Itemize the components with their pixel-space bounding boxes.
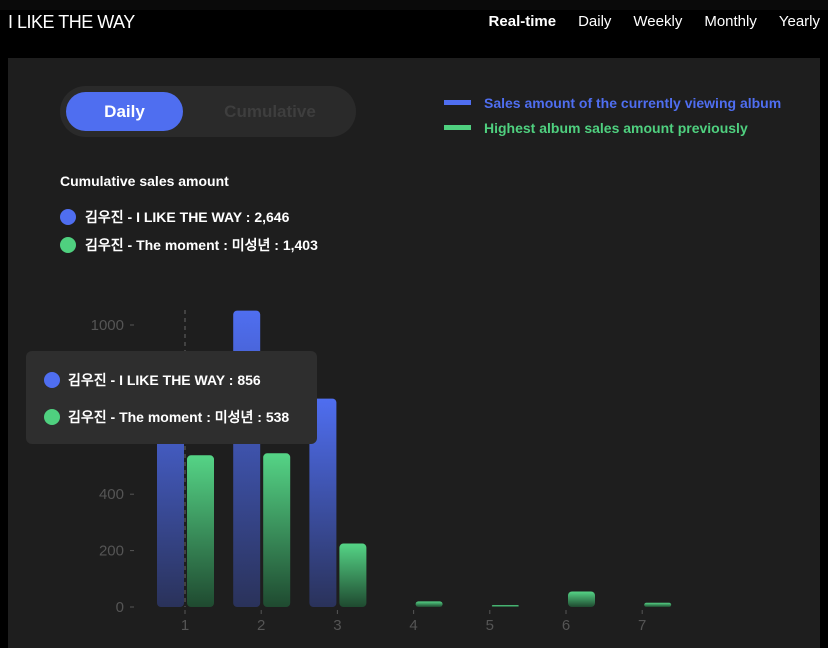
bar-previous bbox=[644, 602, 672, 607]
y-tick-label: 1000 bbox=[91, 317, 124, 334]
bar-previous bbox=[187, 455, 214, 607]
chart-tooltip: 김우진 - I LIKE THE WAY : 856 김우진 - The mom… bbox=[26, 351, 317, 444]
x-tick-label: 3 bbox=[333, 617, 341, 634]
x-tick-label: 2 bbox=[257, 617, 265, 634]
bar-previous bbox=[263, 453, 291, 607]
x-tick-label: 7 bbox=[638, 617, 646, 634]
tooltip-item: 김우진 - The moment : 미성년 : 538 bbox=[44, 407, 289, 427]
bar-previous bbox=[491, 605, 519, 607]
x-tick-label: 4 bbox=[409, 617, 417, 634]
bar-previous bbox=[339, 543, 367, 607]
dot-icon bbox=[44, 372, 60, 388]
tooltip-value: 김우진 - The moment : 미성년 : 538 bbox=[68, 409, 290, 425]
x-tick-label: 6 bbox=[562, 617, 570, 634]
bar-chart: 020040060080010001234567 bbox=[91, 310, 672, 634]
y-tick-label: 200 bbox=[99, 543, 124, 560]
dot-icon bbox=[44, 409, 60, 425]
x-tick-label: 5 bbox=[486, 617, 494, 634]
tooltip-value: 김우진 - I LIKE THE WAY : 856 bbox=[68, 372, 261, 388]
bar-previous bbox=[568, 591, 595, 607]
x-tick-label: 1 bbox=[181, 617, 189, 634]
y-tick-label: 0 bbox=[116, 599, 124, 616]
tooltip-item: 김우진 - I LIKE THE WAY : 856 bbox=[44, 370, 261, 390]
bar-previous bbox=[415, 601, 443, 607]
y-tick-label: 400 bbox=[99, 486, 124, 503]
